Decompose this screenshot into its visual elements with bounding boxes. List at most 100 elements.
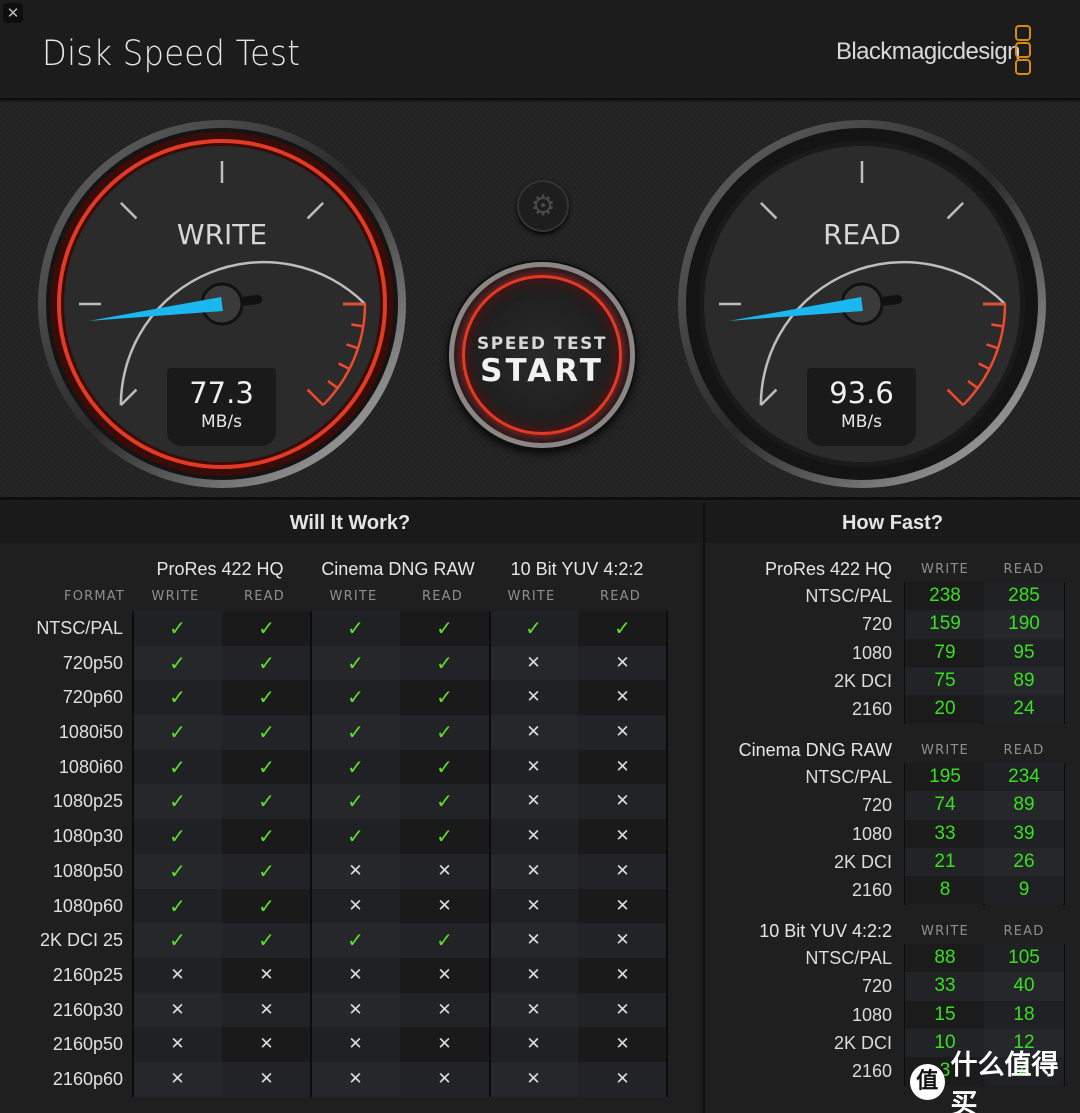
write-readout: 77.3 MB/s bbox=[167, 368, 276, 446]
cross-icon: ✕ bbox=[400, 1061, 489, 1097]
read-fps-value: 89 bbox=[984, 791, 1064, 820]
subcol-header: READ bbox=[422, 589, 463, 604]
cross-icon: ✕ bbox=[489, 957, 578, 993]
column-divider bbox=[489, 611, 491, 1097]
read-fps-value: 18 bbox=[984, 1000, 1064, 1029]
check-icon: ✓ bbox=[133, 853, 222, 889]
format-label: NTSC/PAL bbox=[805, 767, 892, 787]
check-icon: ✓ bbox=[222, 853, 311, 889]
write-fps-value: 15 bbox=[905, 1000, 985, 1029]
cross-icon: ✕ bbox=[578, 888, 667, 924]
read-gauge: READ 93.6 MB/s bbox=[676, 118, 1048, 490]
write-fps-value: 75 bbox=[905, 666, 985, 696]
gear-icon: ⚙ bbox=[530, 189, 556, 222]
table-row: 2160p60 ✕ ✕ ✕ ✕ ✕ ✕ bbox=[53, 1061, 667, 1097]
table-row: 1080p25 ✓ ✓ ✓ ✓ ✕ ✕ bbox=[53, 784, 667, 820]
format-label: 2K DCI bbox=[833, 851, 892, 872]
check-icon: ✓ bbox=[311, 715, 400, 750]
check-icon: ✓ bbox=[222, 680, 311, 716]
check-icon: ✓ bbox=[222, 715, 311, 750]
table-row: 2K DCI 75 89 bbox=[705, 666, 1080, 696]
check-icon: ✓ bbox=[222, 784, 311, 820]
read-fps-value: 234 bbox=[984, 763, 1064, 792]
cross-icon: ✕ bbox=[489, 715, 578, 750]
format-label: 720p60 bbox=[62, 687, 123, 708]
check-icon: ✓ bbox=[133, 749, 222, 785]
cross-icon: ✕ bbox=[578, 749, 667, 785]
format-label: 2160 bbox=[851, 880, 892, 901]
format-label: 720p50 bbox=[62, 652, 123, 673]
check-icon: ✓ bbox=[400, 680, 489, 716]
check-icon: ✓ bbox=[222, 888, 311, 924]
settings-button[interactable]: ⚙ bbox=[517, 180, 569, 232]
write-gauge: WRITE 77.3 MB/s bbox=[36, 118, 408, 490]
cross-icon: ✕ bbox=[489, 1027, 578, 1062]
format-label: 1080i50 bbox=[58, 722, 123, 743]
check-icon: ✓ bbox=[133, 645, 222, 681]
cross-icon: ✕ bbox=[489, 680, 578, 716]
table-row: 2160p30 ✕ ✕ ✕ ✕ ✕ ✕ bbox=[53, 992, 667, 1028]
cross-icon: ✕ bbox=[578, 680, 667, 716]
cross-icon: ✕ bbox=[489, 992, 578, 1028]
subcol-header: WRITE bbox=[329, 589, 378, 604]
write-fps-value: 21 bbox=[905, 847, 985, 877]
cross-icon: ✕ bbox=[311, 853, 400, 889]
group-header-yuv: 10 Bit YUV 4:2:2 bbox=[510, 559, 644, 579]
read-fps-value: 105 bbox=[984, 944, 1064, 973]
cross-icon: ✕ bbox=[489, 645, 578, 681]
cross-icon: ✕ bbox=[489, 853, 578, 889]
close-button[interactable]: ✕ bbox=[3, 3, 23, 23]
format-label: 2K DCI 25 bbox=[39, 930, 123, 951]
table-row: 1080 33 39 bbox=[705, 819, 1080, 848]
table-row: 1080p60 ✓ ✓ ✕ ✕ ✕ ✕ bbox=[53, 888, 667, 924]
check-icon: ✓ bbox=[133, 611, 222, 646]
cross-icon: ✕ bbox=[133, 992, 222, 1028]
start-button-subtitle: SPEED TEST bbox=[476, 334, 607, 354]
cross-icon: ✕ bbox=[578, 784, 667, 820]
check-icon: ✓ bbox=[400, 923, 489, 958]
format-label: 2K DCI bbox=[833, 670, 892, 691]
table-row: 2160p25 ✕ ✕ ✕ ✕ ✕ ✕ bbox=[53, 957, 667, 993]
check-icon: ✓ bbox=[311, 784, 400, 820]
speed-group-title: 10 Bit YUV 4:2:2 bbox=[759, 921, 892, 941]
format-label: 1080 bbox=[851, 1004, 892, 1025]
format-label: 2160 bbox=[851, 1061, 892, 1082]
write-fps-value: 238 bbox=[905, 582, 985, 611]
check-icon: ✓ bbox=[133, 923, 222, 958]
start-button[interactable]: SPEED TEST START bbox=[449, 262, 635, 448]
cross-icon: ✕ bbox=[222, 1027, 311, 1062]
table-row: 2K DCI 21 26 bbox=[705, 847, 1080, 877]
cross-icon: ✕ bbox=[222, 957, 311, 993]
read-fps-value: 40 bbox=[984, 972, 1064, 1001]
format-label: NTSC/PAL bbox=[805, 586, 892, 606]
write-fps-value: 159 bbox=[905, 610, 985, 639]
table-row: 720 33 40 bbox=[705, 972, 1080, 1001]
check-icon: ✓ bbox=[400, 749, 489, 785]
cross-icon: ✕ bbox=[133, 957, 222, 993]
table-row: 720p50 ✓ ✓ ✓ ✓ ✕ ✕ bbox=[63, 645, 667, 681]
speed-group-title: ProRes 422 HQ bbox=[764, 559, 892, 579]
format-column-header: FORMAT bbox=[64, 589, 125, 604]
write-fps-value: 79 bbox=[905, 638, 985, 667]
cross-icon: ✕ bbox=[578, 645, 667, 681]
cross-icon: ✕ bbox=[578, 992, 667, 1028]
table-row: 2160 8 9 bbox=[705, 876, 1080, 905]
table-row: 1080p30 ✓ ✓ ✓ ✓ ✕ ✕ bbox=[53, 819, 667, 854]
column-divider bbox=[132, 611, 134, 1097]
check-icon: ✓ bbox=[222, 611, 311, 646]
cross-icon: ✕ bbox=[133, 1061, 222, 1097]
group-header-cinema-dng: Cinema DNG RAW bbox=[321, 559, 475, 579]
will-it-work-panel: Will It Work? ProRes 422 HQ Cinema DNG R… bbox=[0, 503, 700, 1113]
cross-icon: ✕ bbox=[578, 957, 667, 993]
check-icon: ✓ bbox=[311, 611, 400, 646]
cross-icon: ✕ bbox=[578, 715, 667, 750]
write-speed-value: 77.3 bbox=[189, 376, 254, 410]
format-label: 1080 bbox=[851, 823, 892, 844]
read-speed-unit: MB/s bbox=[841, 412, 882, 432]
cross-icon: ✕ bbox=[311, 1027, 400, 1062]
check-icon: ✓ bbox=[133, 784, 222, 820]
check-icon: ✓ bbox=[222, 923, 311, 958]
check-icon: ✓ bbox=[133, 680, 222, 716]
check-icon: ✓ bbox=[578, 611, 667, 646]
table-row: NTSC/PAL ✓ ✓ ✓ ✓ ✓ ✓ bbox=[36, 611, 667, 646]
